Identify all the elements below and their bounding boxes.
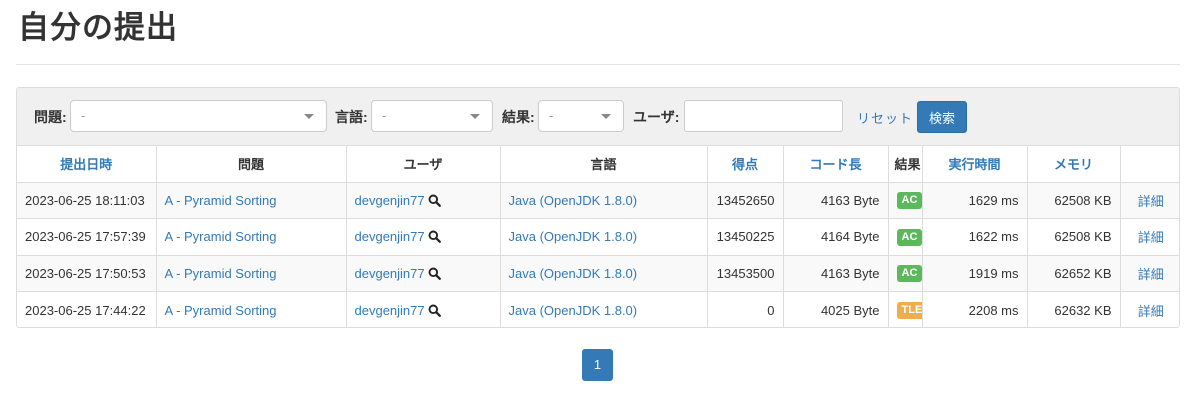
task-link[interactable]: A - Pyramid Sorting: [165, 229, 277, 244]
code-length-cell: 4163 Byte: [783, 182, 889, 219]
exec-time-cell: 1629 ms: [922, 182, 1028, 219]
user-link[interactable]: devgenjin77: [355, 229, 425, 244]
magnifier-icon[interactable]: [428, 304, 441, 317]
language-filter-value: -: [382, 108, 387, 123]
table-row: 2023-06-25 17:44:22 A - Pyramid Sorting …: [17, 291, 1179, 327]
task-link[interactable]: A - Pyramid Sorting: [165, 266, 277, 281]
language-filter-select[interactable]: -: [371, 100, 493, 132]
detail-link[interactable]: 詳細: [1138, 230, 1164, 245]
user-link[interactable]: devgenjin77: [355, 303, 425, 318]
table-row: 2023-06-25 18:11:03 A - Pyramid Sorting …: [17, 182, 1179, 219]
memory-cell: 62652 KB: [1027, 255, 1121, 292]
header-status: 結果: [888, 146, 923, 183]
task-link[interactable]: A - Pyramid Sorting: [165, 193, 277, 208]
exec-time-cell: 1622 ms: [922, 218, 1028, 256]
submit-time-cell: 2023-06-25 17:57:39: [17, 218, 157, 256]
header-score[interactable]: 得点: [707, 146, 784, 183]
header-language: 言語: [500, 146, 708, 183]
task-filter-value: -: [81, 108, 86, 123]
memory-cell: 62508 KB: [1027, 218, 1121, 256]
magnifier-icon[interactable]: [428, 267, 441, 280]
caret-down-icon: [304, 114, 314, 119]
submit-time-cell: 2023-06-25 18:11:03: [17, 182, 157, 219]
caret-down-icon: [470, 114, 480, 119]
header-exec-time[interactable]: 実行時間: [922, 146, 1028, 183]
code-length-cell: 4164 Byte: [783, 218, 889, 256]
header-task: 問題: [156, 146, 347, 183]
submit-time-cell: 2023-06-25 17:44:22: [17, 291, 157, 327]
status-badge: TLE: [896, 302, 921, 319]
exec-time-cell: 1919 ms: [922, 255, 1028, 292]
caret-down-icon: [601, 114, 611, 119]
table-header-row: 提出日時 問題 ユーザ 言語 得点 コード長 結果 実行時間 メモリ: [17, 146, 1179, 183]
detail-link[interactable]: 詳細: [1138, 267, 1164, 282]
task-link[interactable]: A - Pyramid Sorting: [165, 303, 277, 318]
code-length-cell: 4025 Byte: [783, 291, 889, 327]
status-filter-select[interactable]: -: [538, 100, 624, 132]
score-cell: 0: [707, 291, 784, 327]
status-badge: AC: [896, 228, 921, 246]
reset-link[interactable]: リセット: [857, 108, 913, 127]
user-link[interactable]: devgenjin77: [355, 193, 425, 208]
status-badge: AC: [896, 265, 921, 283]
filter-bar: 問題: - 言語: - 結果: - ユーザ: リセット 検索: [17, 88, 1179, 146]
language-link[interactable]: Java (OpenJDK 1.8.0): [509, 229, 638, 244]
user-link[interactable]: devgenjin77: [355, 266, 425, 281]
code-length-cell: 4163 Byte: [783, 255, 889, 292]
language-link[interactable]: Java (OpenJDK 1.8.0): [509, 266, 638, 281]
task-filter-select[interactable]: -: [70, 100, 327, 132]
score-cell: 13453500: [707, 255, 784, 292]
language-link[interactable]: Java (OpenJDK 1.8.0): [509, 193, 638, 208]
submissions-table: 提出日時 問題 ユーザ 言語 得点 コード長 結果 実行時間 メモリ 2023-…: [17, 146, 1179, 327]
page-title: 自分の提出: [18, 10, 178, 45]
exec-time-cell: 2208 ms: [922, 291, 1028, 327]
user-filter-label: ユーザ:: [633, 109, 680, 125]
score-cell: 13452650: [707, 182, 784, 219]
status-filter-value: -: [549, 108, 554, 123]
language-filter-label: 言語:: [335, 109, 368, 125]
header-user: ユーザ: [346, 146, 501, 183]
detail-link[interactable]: 詳細: [1138, 194, 1164, 209]
pagination-page-1[interactable]: 1: [582, 349, 613, 381]
magnifier-icon[interactable]: [428, 194, 441, 207]
user-filter-input[interactable]: [684, 100, 843, 132]
title-divider: [16, 64, 1180, 65]
header-code-length[interactable]: コード長: [783, 146, 889, 183]
language-link[interactable]: Java (OpenJDK 1.8.0): [509, 303, 638, 318]
submissions-panel: 問題: - 言語: - 結果: - ユーザ: リセット 検索 提出日時 問題 ユ…: [16, 87, 1180, 328]
header-submit-time[interactable]: 提出日時: [17, 146, 157, 183]
status-filter-label: 結果:: [502, 109, 535, 125]
table-row: 2023-06-25 17:57:39 A - Pyramid Sorting …: [17, 218, 1179, 256]
memory-cell: 62508 KB: [1027, 182, 1121, 219]
task-filter-label: 問題:: [34, 109, 67, 125]
submit-time-cell: 2023-06-25 17:50:53: [17, 255, 157, 292]
status-badge: AC: [896, 192, 921, 210]
search-button[interactable]: 検索: [917, 101, 967, 133]
table-row: 2023-06-25 17:50:53 A - Pyramid Sorting …: [17, 255, 1179, 292]
header-memory[interactable]: メモリ: [1027, 146, 1121, 183]
header-detail: [1120, 146, 1179, 183]
score-cell: 13450225: [707, 218, 784, 256]
detail-link[interactable]: 詳細: [1138, 304, 1164, 319]
magnifier-icon[interactable]: [428, 230, 441, 244]
memory-cell: 62632 KB: [1027, 291, 1121, 327]
